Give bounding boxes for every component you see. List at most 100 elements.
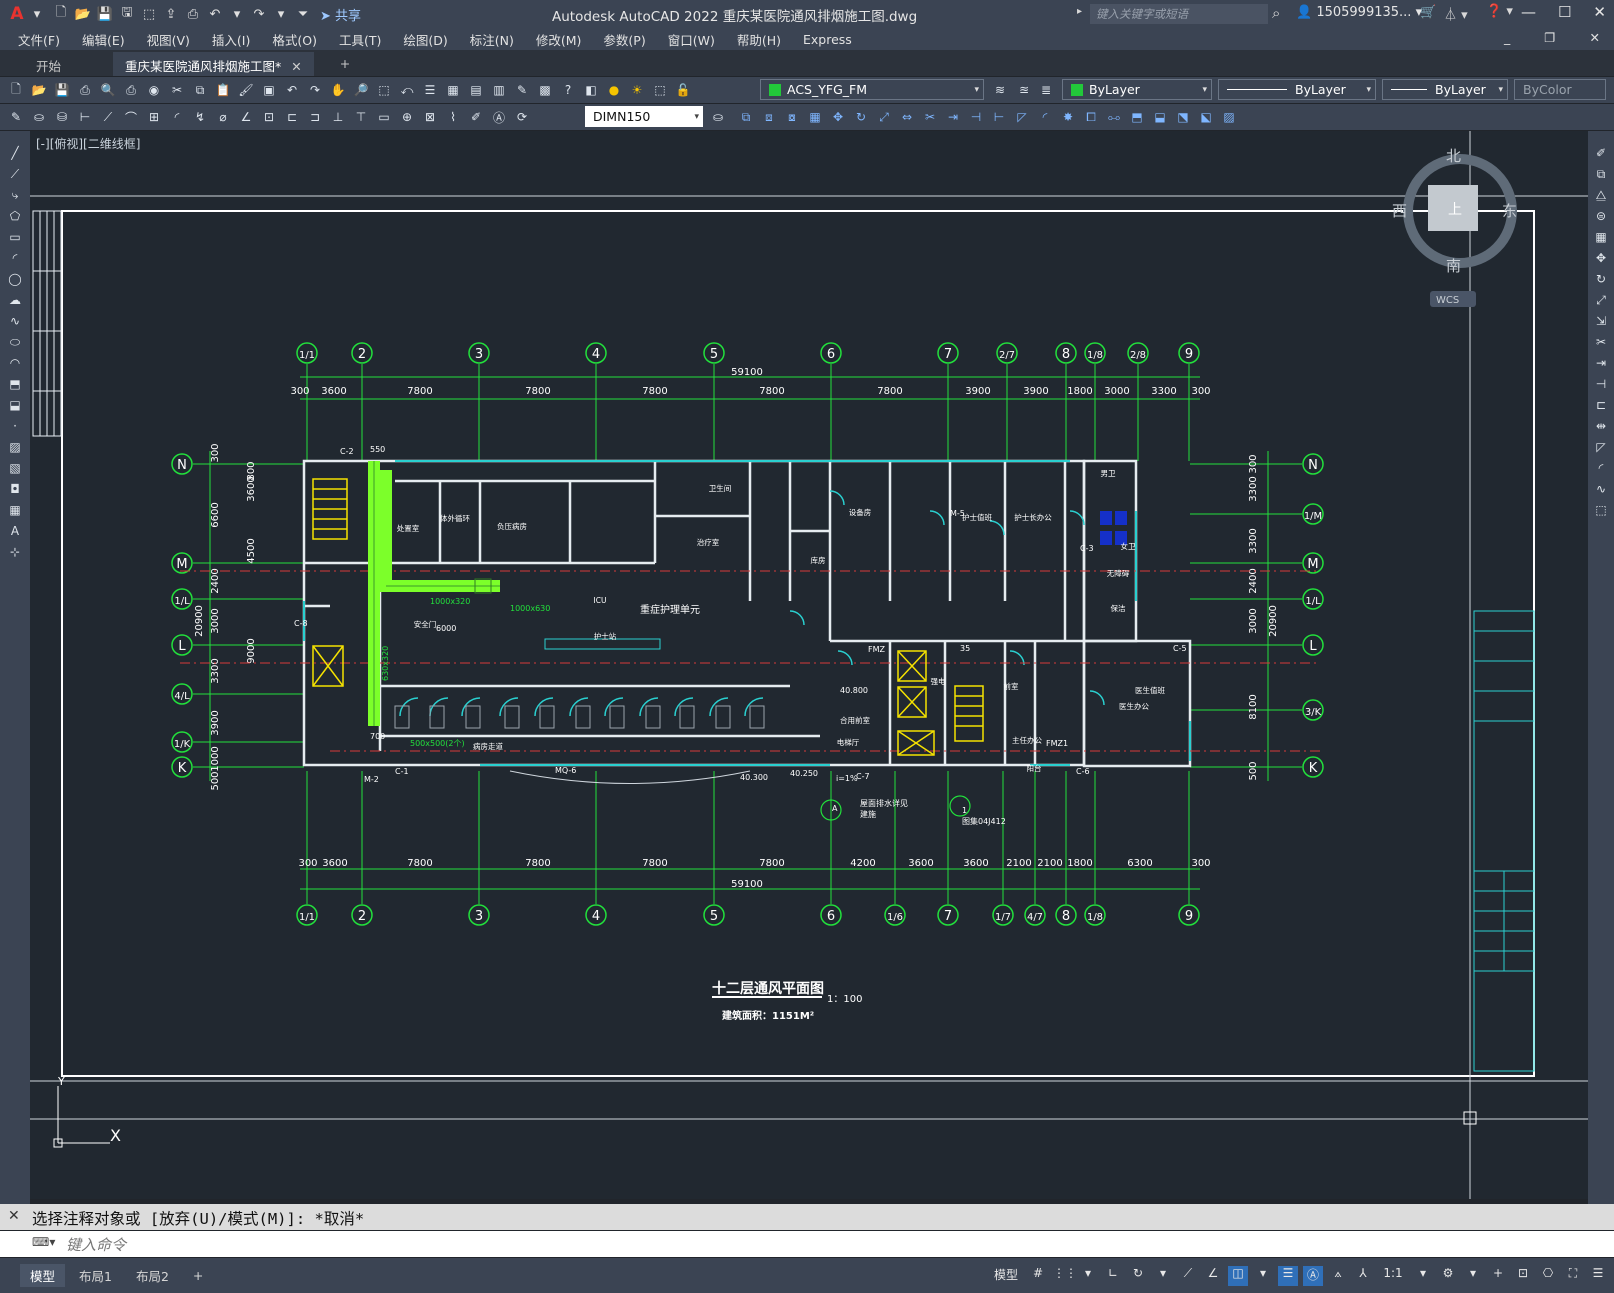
match-properties-icon[interactable]: 🖌 <box>236 80 256 100</box>
print-icon[interactable]: ⎙ <box>184 5 202 23</box>
cut-icon[interactable]: ✂ <box>167 80 187 100</box>
spline-icon[interactable]: ∿ <box>4 314 26 334</box>
command-input[interactable]: ⌨▾ 键入命令 <box>0 1231 1614 1257</box>
menu-draw[interactable]: 绘图(D) <box>403 30 447 49</box>
3d-print-icon[interactable]: ◉ <box>144 80 164 100</box>
extend-side-icon[interactable]: ⇥ <box>1590 356 1612 376</box>
extend-icon[interactable]: ⇥ <box>943 107 963 127</box>
angular-dim-icon[interactable]: ∠ <box>236 107 256 127</box>
menu-file[interactable]: 文件(F) <box>18 30 60 49</box>
region-icon[interactable]: ◘ <box>4 482 26 502</box>
zoom-previous-icon[interactable]: ⤺ <box>397 80 417 100</box>
continue-dim-icon[interactable]: ⊐ <box>305 107 325 127</box>
osnap-dropdown-icon[interactable]: ▾ <box>1253 1266 1273 1286</box>
help-search-input[interactable]: 键入关键字或短语 <box>1090 4 1268 24</box>
snap-icon[interactable]: ⋮⋮ <box>1053 1266 1077 1286</box>
menu-tools[interactable]: 工具(T) <box>339 30 381 49</box>
open-icon[interactable]: 📂 <box>29 80 49 100</box>
new-file-icon[interactable]: 🗋 <box>52 5 70 23</box>
ellipse-arc-icon[interactable]: ◠ <box>4 356 26 376</box>
quick-dim-icon[interactable]: ⊡ <box>259 107 279 127</box>
add-selected-icon[interactable]: ⊹ <box>4 545 26 565</box>
hardware-accel-icon[interactable]: ⎔ <box>1538 1266 1558 1286</box>
isodraft-icon[interactable]: ⟋ <box>1178 1266 1198 1286</box>
scale-dropdown-icon[interactable]: ▾ <box>1413 1266 1433 1286</box>
publish-icon[interactable]: ⎙ <box>121 80 141 100</box>
jogged-dim-icon[interactable]: ↯ <box>190 107 210 127</box>
app-menu-chevron-icon[interactable]: ▾ <box>28 5 46 23</box>
command-customize-icon[interactable]: ⌨▾ <box>32 1235 55 1249</box>
layer-viewport-icon[interactable]: ⬚ <box>650 80 670 100</box>
customize-qa-icon[interactable]: ⏷ <box>294 5 312 23</box>
ungroup-icon[interactable]: ⧟ <box>1104 107 1124 127</box>
tab-close-icon[interactable]: ✕ <box>291 59 301 74</box>
gradient-icon[interactable]: ▧ <box>4 461 26 481</box>
menu-help[interactable]: 帮助(H) <box>737 30 781 49</box>
baseline-dim-icon[interactable]: ⊏ <box>282 107 302 127</box>
pan-icon[interactable]: ✋ <box>328 80 348 100</box>
insert-icon[interactable]: ⬓ <box>1150 107 1170 127</box>
customize-icon[interactable]: ☰ <box>1588 1266 1608 1286</box>
circle-icon[interactable]: ◯ <box>4 272 26 292</box>
stretch-side-icon[interactable]: ⇲ <box>1590 314 1612 334</box>
trim-side-icon[interactable]: ✂ <box>1590 335 1612 355</box>
plot-icon[interactable]: ⎙ <box>75 80 95 100</box>
fillet-side-icon[interactable]: ◜ <box>1590 461 1612 481</box>
scale-side-icon[interactable]: ⤢ <box>1590 293 1612 313</box>
plotstyle-dropdown[interactable]: ByColor <box>1514 79 1606 100</box>
layer-thaw-icon[interactable]: ☀ <box>627 80 647 100</box>
arc-length-icon[interactable]: ⌒ <box>121 107 141 127</box>
compass-north[interactable]: 北 <box>1446 147 1461 165</box>
dim-edit-icon[interactable]: ✎ <box>6 107 26 127</box>
scale-value[interactable]: 1:1 <box>1378 1266 1408 1286</box>
undo-dropdown-icon[interactable]: ▾ <box>228 5 246 23</box>
break-icon[interactable]: ⊣ <box>966 107 986 127</box>
image-icon[interactable]: ▨ <box>1219 107 1239 127</box>
doc-close-icon[interactable]: ✕ <box>1590 30 1600 45</box>
properties-icon[interactable]: ☰ <box>420 80 440 100</box>
maximize-icon[interactable]: ☐ <box>1558 3 1571 21</box>
block-icon[interactable]: ⬒ <box>1127 107 1147 127</box>
redo-icon[interactable]: ↷ <box>305 80 325 100</box>
sheet-set-icon[interactable]: ▥ <box>489 80 509 100</box>
markup-icon[interactable]: ✎ <box>512 80 532 100</box>
menu-insert[interactable]: 插入(I) <box>212 30 250 49</box>
layer-lock-icon[interactable]: 🔓 <box>673 80 693 100</box>
new-icon[interactable]: 🗋 <box>6 80 26 100</box>
annotation-visibility-icon[interactable]: Ⓐ <box>1303 1266 1323 1286</box>
dim-override-icon[interactable]: ⛁ <box>52 107 72 127</box>
grid-icon[interactable]: # <box>1028 1266 1048 1286</box>
stretch-icon[interactable]: ⇔ <box>897 107 917 127</box>
autocad-logo[interactable]: A <box>6 4 28 24</box>
model-space-toggle[interactable]: 模型 <box>989 1266 1023 1286</box>
floor-plan-drawing[interactable]: 1/1 2 3 4 5 6 7 2/7 8 1/8 2/8 91/1 2 3 4 5 6 1/6 7 1/7 4/7 8 1… <box>30 131 1588 1199</box>
chamfer-side-icon[interactable]: ◸ <box>1590 440 1612 460</box>
lineweight-dropdown[interactable]: ByLayer ▾ <box>1382 79 1508 100</box>
dim-break-icon[interactable]: ⊤ <box>351 107 371 127</box>
join-side-icon[interactable]: ⇹ <box>1590 419 1612 439</box>
layout-tab-1[interactable]: 布局1 <box>69 1264 122 1287</box>
hatch-icon[interactable]: ▨ <box>4 440 26 460</box>
otrack-icon[interactable]: ∠ <box>1203 1266 1223 1286</box>
polar-icon[interactable]: ↻ <box>1128 1266 1148 1286</box>
menu-window[interactable]: 窗口(W) <box>668 30 715 49</box>
help-icon[interactable]: ❓ ▾ <box>1486 4 1513 19</box>
quickcalc-icon[interactable]: ▩ <box>535 80 555 100</box>
erase-icon[interactable]: ✐ <box>1590 146 1612 166</box>
menu-modify[interactable]: 修改(M) <box>536 30 582 49</box>
menu-express[interactable]: Express <box>803 32 852 47</box>
layout-tab-2[interactable]: 布局2 <box>126 1264 179 1287</box>
dimstyle-dropdown[interactable]: DIMN150 ▾ <box>585 106 703 127</box>
polyline-icon[interactable]: ⤷ <box>4 188 26 208</box>
rotate-icon[interactable]: ↻ <box>851 107 871 127</box>
auto-scale-icon[interactable]: ⟑ <box>1328 1266 1348 1286</box>
plus-icon[interactable]: + <box>1488 1266 1508 1286</box>
group-icon[interactable]: ⧠ <box>1081 107 1101 127</box>
attribute-icon[interactable]: ⬔ <box>1173 107 1193 127</box>
menu-format[interactable]: 格式(O) <box>272 30 317 49</box>
explode-icon[interactable]: ✸ <box>1058 107 1078 127</box>
radius-dim-icon[interactable]: ◜ <box>167 107 187 127</box>
center-mark-icon[interactable]: ⊕ <box>397 107 417 127</box>
tolerance-icon[interactable]: ▭ <box>374 107 394 127</box>
layer-properties-icon[interactable]: ◧ <box>581 80 601 100</box>
